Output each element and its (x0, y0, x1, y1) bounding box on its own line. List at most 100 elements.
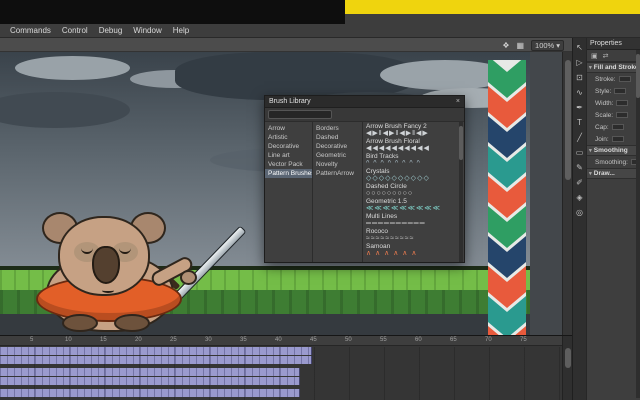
property-control[interactable] (614, 88, 626, 94)
free-transform-tool-icon[interactable]: ⊡ (574, 72, 586, 84)
scrollbar-thumb[interactable] (565, 348, 571, 368)
menu-item-window[interactable]: Window (133, 26, 161, 35)
koala-character[interactable] (18, 212, 253, 335)
menu-item-commands[interactable]: Commands (10, 26, 51, 35)
timeline-frames-row[interactable] (0, 356, 312, 364)
cloud-shape (0, 92, 130, 128)
brush-category-vector-pack[interactable]: Vector Pack (265, 160, 312, 169)
brush-list-item[interactable]: Rococo≈≈≈≈≈≈≈≈≈≈ (366, 228, 461, 242)
properties-section-header[interactable]: ▾Draw... (587, 168, 640, 179)
property-label: Stroke: (595, 76, 616, 83)
property-control[interactable] (612, 136, 624, 142)
menu-item-debug[interactable]: Debug (99, 26, 123, 35)
brush-list-item[interactable]: Geometric 1.5≪≪≪≪≪≪≪≪≪ (366, 198, 461, 212)
brush-category-pattern-brushes[interactable]: Pattern Brushes (265, 169, 312, 178)
stage-column-art[interactable] (488, 60, 526, 335)
tab-properties[interactable]: Properties (587, 38, 640, 50)
object-preview-icon[interactable]: ▣ (591, 52, 598, 60)
selection-tool-icon[interactable]: ↖ (574, 42, 586, 54)
brush-list-item[interactable]: Samoan∧ ∧ ∧ ∧ ∧ ∧ (366, 243, 461, 257)
ruler-frame-number: 40 (275, 337, 282, 343)
brush-category-artistic[interactable]: Artistic (265, 133, 312, 142)
pencil-tool-icon[interactable]: ✎ (574, 162, 586, 174)
pen-tool-icon[interactable]: ✒ (574, 102, 586, 114)
paint-bucket-tool-icon[interactable]: ◈ (574, 192, 586, 204)
section-title: Draw... (594, 170, 615, 177)
menu-item-control[interactable]: Control (62, 26, 88, 35)
brush-subcategory-decorative[interactable]: Decorative (313, 142, 362, 151)
scrollbar-thumb[interactable] (636, 54, 640, 98)
window-titlebar (0, 0, 345, 24)
property-field: Style: (587, 85, 640, 97)
properties-section-header[interactable]: ▾Fill and Stroke (587, 62, 640, 73)
brush-list-item[interactable]: Multi Lines══════════ (366, 213, 461, 227)
brush-subcategory-geometric[interactable]: Geometric (313, 151, 362, 160)
triangle-down-icon: ▾ (589, 148, 592, 154)
brush-list-item[interactable]: Crystals◇◇◇◇◇◇◇◇◇◇ (366, 168, 461, 182)
edit-symbol-icon[interactable]: ▦ (516, 41, 524, 50)
brush-category-arrow[interactable]: Arrow (265, 124, 312, 133)
timeline-frames-row[interactable] (0, 377, 300, 385)
line-tool-icon[interactable]: ╱ (574, 132, 586, 144)
brush-category-decorative[interactable]: Decorative (265, 142, 312, 151)
property-control[interactable] (612, 124, 624, 130)
lasso-tool-icon[interactable]: ∿ (574, 87, 586, 99)
zoom-level-dropdown[interactable]: 100%▾ (531, 40, 564, 51)
brush-name: Crystals (366, 168, 461, 175)
brush-subcategory-borders[interactable]: Borders (313, 124, 362, 133)
brush-list-item[interactable]: Arrow Brush Floral◀◀◀◀◀◀◀◀◀◀ (366, 138, 461, 152)
brush-preview-strip: ◇◇◇◇◇◇◇◇◇◇ (366, 175, 461, 182)
close-icon[interactable]: × (456, 98, 460, 105)
scrollbar-thumb[interactable] (565, 60, 571, 180)
brush-category-line-art[interactable]: Line art (265, 151, 312, 160)
timeline-frames-row[interactable] (0, 389, 300, 397)
brush-subcategory-dashed[interactable]: Dashed (313, 133, 362, 142)
brush-list-item[interactable]: Dashed Circle○○○○○○○○○ (366, 183, 461, 197)
rectangle-tool-icon[interactable]: ▭ (574, 147, 586, 159)
property-control[interactable] (616, 112, 628, 118)
animate-application-window: Commands Control Debug Window Help ❖ ▦ 100%▾ (0, 0, 640, 400)
timeline-frames-row[interactable] (0, 347, 312, 355)
timeline-ruler[interactable]: 51015202530354045505560657075 (0, 336, 562, 346)
property-label: Width: (595, 100, 613, 107)
brush-name: Samoan (366, 243, 461, 250)
brush-preview-strip: ══════════ (366, 220, 461, 227)
brush-list-scrollbar[interactable] (459, 122, 463, 262)
subselection-tool-icon[interactable]: ▷ (574, 57, 586, 69)
ruler-frame-number: 75 (520, 337, 527, 343)
timeline-frames-area[interactable] (0, 347, 562, 400)
ruler-frame-number: 50 (345, 337, 352, 343)
koala-foot (114, 314, 150, 332)
property-control[interactable] (616, 100, 628, 106)
timeline-scrollbar[interactable] (562, 336, 572, 400)
text-tool-icon[interactable]: T (574, 117, 586, 129)
brush-search-input[interactable] (268, 110, 332, 119)
swap-icon[interactable]: ⇄ (603, 52, 609, 60)
triangle-down-icon: ▾ (589, 171, 592, 177)
properties-scrollbar[interactable] (636, 50, 640, 398)
scrollbar-thumb[interactable] (459, 126, 463, 160)
brush-tool-icon[interactable]: ✐ (574, 177, 586, 189)
brush-list-item[interactable]: Bird Tracks^ ^ ^ ^ ^ ^ ^ ^ (366, 153, 461, 167)
property-control[interactable] (619, 76, 631, 82)
brush-subcategory-novelty[interactable]: Novelty (313, 160, 362, 169)
properties-object-icons: ▣⇄ (587, 50, 640, 62)
edit-bar-controls: ❖ ▦ 100%▾ (502, 38, 564, 52)
brush-library-titlebar[interactable]: Brush Library × (265, 96, 464, 108)
triangle-down-icon: ▾ (589, 65, 592, 71)
brush-list-item[interactable]: Arrow Brush Fancy 2◀▶‖◀▶‖◀▶‖◀▶ (366, 123, 461, 137)
menu-item-help[interactable]: Help (173, 26, 189, 35)
brush-category-list: ArrowArtisticDecorativeLine artVector Pa… (265, 122, 313, 262)
brush-library-panel: Brush Library × ArrowArtisticDecorativeL… (264, 95, 465, 263)
properties-section-header[interactable]: ▾Smoothing (587, 145, 640, 156)
koala-paw (180, 270, 197, 285)
timeline-frames-row[interactable] (0, 368, 300, 376)
stage-scrollbar[interactable] (562, 52, 572, 335)
brush-library-title: Brush Library (269, 98, 311, 105)
brush-preview-strip: ◀▶‖◀▶‖◀▶‖◀▶ (366, 130, 461, 137)
zoom-tool-icon[interactable]: ◎ (574, 207, 586, 219)
brush-subcategory-patternarrow[interactable]: PatternArrow (313, 169, 362, 178)
koala-foot (62, 314, 98, 332)
brush-name: Dashed Circle (366, 183, 461, 190)
edit-scene-icon[interactable]: ❖ (502, 41, 509, 50)
